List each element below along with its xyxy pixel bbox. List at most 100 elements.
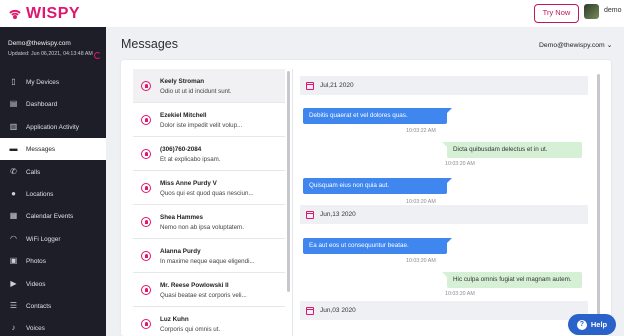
- message-bubble-outgoing: Hic culpa omnis fugiat vel magnam autem.: [442, 272, 582, 288]
- contact-name: Ezekiel Mitchell: [160, 112, 207, 119]
- dashboard-icon: ▤: [9, 99, 18, 108]
- avatar[interactable]: [584, 4, 599, 19]
- pane-divider: [292, 69, 293, 336]
- message-bubble-incoming: Quisquam eius non quia aut.: [303, 178, 452, 194]
- chart-icon: ▥: [9, 122, 18, 131]
- contact-name: Mr. Reese Powlowski II: [160, 282, 229, 289]
- contact-preview: Dolor iste impedit velit volup...: [160, 122, 243, 129]
- contact-item[interactable]: Ezekiel Mitchell Dolor iste impedit veli…: [133, 103, 285, 137]
- top-bar: WISPY Try Now demo: [0, 0, 624, 27]
- contact-list-scrollbar[interactable]: [287, 71, 290, 292]
- user-icon: [141, 183, 151, 193]
- try-now-button[interactable]: Try Now: [534, 4, 579, 23]
- sidebar-item-label: Calendar Events: [26, 212, 74, 220]
- contact-name: Miss Anne Purdy V: [160, 180, 217, 187]
- sidebar-item-dashboard[interactable]: ▤ Dashboard: [0, 93, 106, 115]
- date-separator: Jul,21 2020: [300, 76, 588, 95]
- contact-item[interactable]: Shea Hammes Nemo non ab ipsa voluptatem.: [133, 205, 285, 239]
- account-select[interactable]: Demo@thewispy.com ⌄: [539, 41, 612, 49]
- logo[interactable]: WISPY: [7, 5, 80, 23]
- last-updated: Updated: Jun 06,2021, 04:13:48 AM: [8, 51, 93, 57]
- refresh-icon[interactable]: [94, 52, 101, 59]
- contact-name: (306)760-2084: [160, 146, 202, 153]
- sidebar-item-label: WiFi Logger: [26, 235, 61, 243]
- message-bubble-incoming: Debitis quaerat et vel dolores quas.: [303, 108, 452, 124]
- sidebar-item-label: Messages: [26, 145, 56, 153]
- contact-preview: Quos qui est quod quas nesciun...: [160, 190, 254, 197]
- contact-list[interactable]: Keely Stroman Odio ut ut id incidunt sun…: [133, 69, 285, 336]
- sidebar-item-photos[interactable]: ▣ Photos: [0, 250, 106, 272]
- contact-item[interactable]: Keely Stroman Odio ut ut id incidunt sun…: [133, 69, 285, 103]
- date-label: Jun,03 2020: [320, 307, 356, 314]
- user-icon: [141, 251, 151, 261]
- message-bubble-outgoing: Dicta quibusdam delectus et in ut.: [442, 142, 582, 158]
- help-label: Help: [590, 320, 608, 329]
- contact-preview: Quasi beatae est corporis veli...: [160, 292, 247, 299]
- calendar-icon: [306, 210, 314, 219]
- user-icon: [141, 149, 151, 159]
- contact-name: Alanna Purdy: [160, 248, 201, 255]
- contact-item[interactable]: Alanna Purdy In maxime neque eaque elige…: [133, 239, 285, 273]
- contact-preview: Odio ut ut id incidunt sunt.: [160, 88, 232, 95]
- sidebar-item-label: Application Activity: [26, 123, 79, 131]
- contacts-icon: ☰: [9, 301, 18, 310]
- sidebar-item-label: Dashboard: [26, 100, 58, 108]
- sidebar-email: Demo@thewispy.com: [8, 40, 71, 47]
- brand-name: WISPY: [26, 5, 81, 22]
- message-time: 10:03:20 AM: [445, 161, 475, 167]
- sidebar-item-label: Voices: [26, 324, 45, 332]
- date-label: Jun,13 2020: [320, 211, 356, 218]
- sidebar-item-calendar-events[interactable]: ▦ Calendar Events: [0, 205, 106, 227]
- contact-item[interactable]: Mr. Reese Powlowski II Quasi beatae est …: [133, 273, 285, 307]
- wifi-icon: ◠: [10, 234, 17, 243]
- sidebar-item-voices[interactable]: ♪ Voices: [0, 317, 106, 336]
- sidebar-item-label: Photos: [26, 257, 46, 265]
- calendar-icon: [306, 81, 314, 90]
- sidebar: Demo@thewispy.com Updated: Jun 06,2021, …: [0, 27, 106, 336]
- date-separator: Jun,13 2020: [300, 205, 588, 224]
- contact-preview: Corporis qui omnis ut.: [160, 326, 221, 333]
- user-name[interactable]: demo: [604, 7, 622, 14]
- sidebar-item-calls[interactable]: ✆ Calls: [0, 161, 106, 183]
- sidebar-item-label: My Devices: [26, 78, 60, 86]
- location-icon: ●: [11, 189, 16, 198]
- phone-icon: ▯: [11, 77, 16, 86]
- contact-preview: Nemo non ab ipsa voluptatem.: [160, 224, 244, 231]
- sidebar-item-locations[interactable]: ● Locations: [0, 183, 106, 205]
- question-icon: ?: [576, 319, 587, 330]
- call-icon: ✆: [10, 167, 17, 176]
- sidebar-item-contacts[interactable]: ☰ Contacts: [0, 295, 106, 317]
- calendar-icon: ▦: [9, 211, 18, 220]
- mic-icon: ♪: [11, 323, 16, 332]
- page-title: Messages: [121, 37, 178, 51]
- contact-item[interactable]: (306)760-2084 Et at explicabo ipsam.: [133, 137, 285, 171]
- wispy-logo-icon: [9, 9, 21, 19]
- conversation-scrollbar[interactable]: [597, 74, 600, 327]
- contact-item[interactable]: Luz Kuhn Corporis qui omnis ut.: [133, 307, 285, 336]
- date-separator: Jun,03 2020: [300, 301, 588, 320]
- user-icon: [141, 217, 151, 227]
- chat-icon: ▬: [9, 144, 18, 153]
- date-label: Jul,21 2020: [320, 82, 354, 89]
- conversation-pane[interactable]: Jul,21 2020 Debitis quaerat et vel dolor…: [297, 72, 597, 336]
- contact-item[interactable]: Miss Anne Purdy V Quos qui est quod quas…: [133, 171, 285, 205]
- sidebar-item-wifi-logger[interactable]: ◠ WiFi Logger: [0, 228, 106, 250]
- user-icon: [141, 319, 151, 329]
- contact-name: Luz Kuhn: [160, 316, 189, 323]
- message-time: 10:03:20 AM: [445, 291, 475, 297]
- sidebar-item-application-activity[interactable]: ▥ Application Activity: [0, 116, 106, 138]
- sidebar-item-messages[interactable]: ▬ Messages: [0, 138, 106, 160]
- video-icon: ▶: [10, 279, 17, 288]
- contact-name: Shea Hammes: [160, 214, 204, 221]
- sidebar-item-my-devices[interactable]: ▯ My Devices: [0, 71, 106, 93]
- photo-icon: ▣: [9, 256, 18, 265]
- sidebar-item-label: Contacts: [26, 302, 52, 310]
- sidebar-item-label: Calls: [26, 168, 41, 176]
- user-icon: [141, 81, 151, 91]
- message-bubble-incoming: Ea aut eos ut consequuntur beatae.: [303, 238, 452, 254]
- sidebar-item-videos[interactable]: ▶ Videos: [0, 273, 106, 295]
- message-time: 10:03:20 AM: [406, 258, 436, 264]
- help-button[interactable]: ? Help: [568, 314, 616, 335]
- account-select-label: Demo@thewispy.com: [539, 42, 605, 49]
- user-icon: [141, 115, 151, 125]
